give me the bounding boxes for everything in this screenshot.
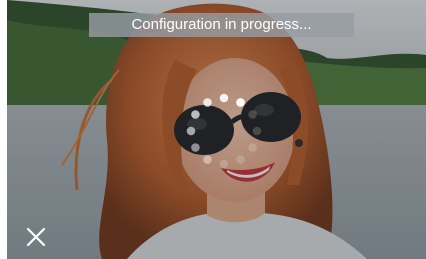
camera-preview: Configuration in progress... bbox=[7, 0, 426, 259]
spinner-dot bbox=[219, 159, 229, 169]
spinner-dot bbox=[186, 126, 196, 136]
spinner-dot bbox=[236, 98, 245, 107]
spinner-dot bbox=[236, 155, 245, 164]
status-message: Configuration in progress... bbox=[131, 16, 312, 33]
spinner-dot bbox=[203, 98, 212, 107]
spinner-dot bbox=[252, 126, 262, 136]
spinner-dot bbox=[219, 93, 229, 103]
close-icon bbox=[26, 227, 46, 247]
spinner-dot bbox=[191, 110, 200, 119]
spinner-dot bbox=[248, 143, 257, 152]
loading-spinner-icon bbox=[186, 93, 262, 169]
close-button[interactable] bbox=[22, 223, 50, 251]
spinner-dot bbox=[248, 110, 257, 119]
spinner-dot bbox=[203, 155, 212, 164]
status-banner: Configuration in progress... bbox=[89, 13, 354, 37]
spinner-dot bbox=[191, 143, 200, 152]
